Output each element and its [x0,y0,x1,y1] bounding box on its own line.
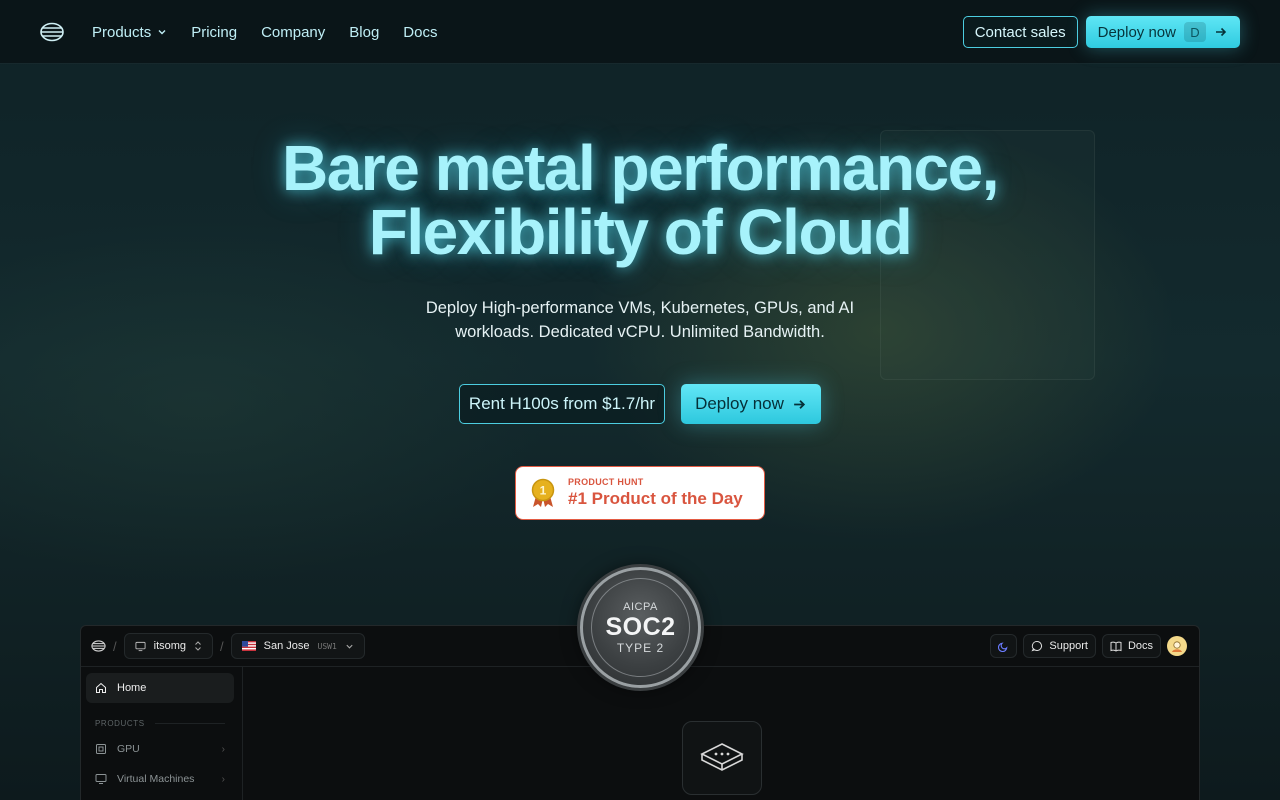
nav-products[interactable]: Products [92,24,167,41]
product-hunt-title: #1 Product of the Day [568,489,743,508]
sidebar-item-label: Virtual Machines [117,773,195,785]
us-flag-icon [241,641,256,651]
theme-toggle-button[interactable] [990,634,1018,658]
dashboard-sidebar: Home PRODUCTS GPU › Virtual Machines › [81,667,243,800]
sidebar-item-virtual-machines[interactable]: Virtual Machines › [95,773,225,785]
home-icon [96,682,106,693]
book-icon [1110,641,1122,652]
chat-bubble-icon [1031,640,1043,652]
user-avatar-icon [1172,641,1182,652]
medal-icon: 1 [530,478,556,508]
region-code: USW1 [317,641,337,651]
top-nav: Products Pricing Company Blog Docs Conta… [0,0,1280,64]
chevron-right-icon: › [221,773,225,785]
chevron-right-icon: › [221,743,225,755]
hero-title-line1: Bare metal performance, [281,132,1000,204]
avatar[interactable] [1167,636,1187,656]
hero-title: Bare metal performance, Flexibility of C… [0,136,1280,264]
hero-cta-row: Rent H100s from $1.7/hr Deploy now [459,384,821,424]
docs-label: Docs [1127,640,1153,652]
dashboard-topbar-actions: Support Docs [990,634,1187,658]
nav-docs[interactable]: Docs [403,24,437,41]
monitor-icon [95,774,107,784]
nav-pricing[interactable]: Pricing [191,24,237,41]
soc2-badge-ring [591,578,690,677]
nav-deploy-button[interactable]: Deploy now D [1085,16,1240,48]
sidebar-item-label: Home [117,682,147,694]
keyboard-shortcut-badge: D [1184,22,1206,42]
docs-button[interactable]: Docs [1101,634,1161,658]
stacked-lines-logo-icon[interactable] [40,22,64,42]
moon-icon [998,642,1008,652]
nav-deploy-label: Deploy now [1097,23,1176,41]
hero-deploy-label: Deploy now [695,394,784,413]
chevron-down-icon [158,30,166,35]
hero-title-line2: Flexibility of Cloud [368,196,913,268]
sidebar-item-home[interactable]: Home [86,673,234,703]
sidebar-item-gpu[interactable]: GPU › [95,743,225,755]
chevron-down-icon [346,644,353,649]
chip-icon [96,744,106,754]
contact-sales-button[interactable]: Contact sales [962,16,1078,48]
arrow-right-icon [1216,27,1227,37]
sidebar-section-label: PRODUCTS [95,719,145,728]
region-name: San Jose [263,640,310,652]
workspace-name: itsomg [153,640,187,652]
chevron-updown-icon [195,641,201,651]
product-hunt-label: PRODUCT HUNT [568,477,644,487]
nav-actions: Contact sales Deploy now D [962,16,1240,48]
nav-links: Products Pricing Company Blog Docs [92,0,437,64]
product-hunt-badge[interactable]: 1 PRODUCT HUNT #1 Product of the Day [515,466,765,520]
server-tile [682,721,762,795]
hero-deploy-button[interactable]: Deploy now [681,384,821,424]
medal-number: 1 [540,484,547,498]
sidebar-divider [155,723,225,724]
support-button[interactable]: Support [1023,634,1096,658]
sidebar-item-label: GPU [117,743,140,755]
region-selector[interactable]: San Jose USW1 [230,633,365,659]
nav-company[interactable]: Company [261,24,325,41]
nav-blog[interactable]: Blog [349,24,379,41]
breadcrumb-separator: / [220,638,224,654]
workspace-selector[interactable]: itsomg [123,633,214,659]
rent-h100-button[interactable]: Rent H100s from $1.7/hr [459,384,665,424]
server-box-icon [700,743,744,771]
nav-products-label: Products [92,23,152,41]
breadcrumb-separator: / [113,638,117,654]
product-hunt-text: PRODUCT HUNT #1 Product of the Day [568,477,743,509]
support-label: Support [1049,640,1088,652]
soc2-badge: AICPA SOC2 TYPE 2 [580,567,701,688]
monitor-icon [135,641,146,651]
stacked-lines-logo-icon[interactable] [91,640,106,652]
arrow-right-icon [794,399,805,409]
hero-subtitle: Deploy High-performance VMs, Kubernetes,… [425,299,855,341]
